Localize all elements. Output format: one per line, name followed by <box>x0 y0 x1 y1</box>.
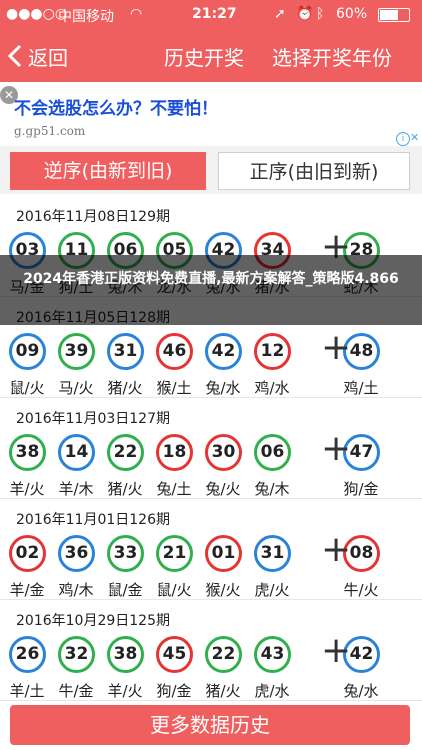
draw-row: 2016年11月01日126期 02 羊/金 36 鸡/木 33 鼠/金 21 鼠/火 01 猴/火… <box>0 499 422 600</box>
caption-text: 2024年香港正版资料免费直播,最新方案解答_策略版4.866 <box>23 271 399 287</box>
zodiac-label: 兔/火 <box>205 480 241 498</box>
battery-icon <box>378 8 410 22</box>
tab-oldest-first[interactable]: 正序(由旧到新) <box>218 152 410 190</box>
zodiac-label: 鼠/火 <box>156 581 192 599</box>
zodiac-label: 兔/土 <box>156 480 192 498</box>
number-ball: 14 <box>58 434 95 471</box>
carrier-label: 中国移动 <box>58 9 114 25</box>
number-ball: 01 <box>205 535 242 572</box>
ad-info-icon[interactable]: i <box>396 132 410 146</box>
sort-tabs: 逆序(由新到旧) 正序(由旧到新) <box>0 146 422 194</box>
number-ball: 31 <box>254 535 291 572</box>
number-ball: 06 <box>254 434 291 471</box>
number-ball: 42 <box>205 333 242 370</box>
tab-newest-first[interactable]: 逆序(由新到旧) <box>10 152 206 190</box>
number-ball: 09 <box>9 333 46 370</box>
ad-text[interactable]: 不会选股怎么办？不要怕！ <box>14 94 218 119</box>
zodiac-label: 羊/土 <box>9 682 45 700</box>
plus-icon: + <box>321 428 352 469</box>
zodiac-label: 羊/火 <box>9 480 45 498</box>
number-ball: 22 <box>205 636 242 673</box>
zodiac-label: 羊/火 <box>107 682 143 700</box>
zodiac-label: 鸡/土 <box>343 379 379 397</box>
chevron-left-icon <box>8 44 22 68</box>
zodiac-label: 兔/水 <box>205 379 241 397</box>
alarm-icon: ⏰ <box>296 6 314 22</box>
battery-percent: 60% <box>336 6 368 22</box>
draw-row: 2016年10月29日125期 26 羊/土 32 牛/金 38 羊/火 45 狗/金 22 猪/火… <box>0 600 422 701</box>
status-bar: ●●●○○ 中国移动 ◠ 21:27 ➚ ⏰ ᛒ 60% <box>0 0 422 30</box>
zodiac-label: 马/火 <box>58 379 94 397</box>
clock: 21:27 <box>192 6 237 22</box>
zodiac-label: 虎/水 <box>254 682 290 700</box>
number-ball: 30 <box>205 434 242 471</box>
caption-overlay: 2024年香港正版资料免费直播,最新方案解答_策略版4.866 <box>0 255 422 325</box>
zodiac-label: 鼠/金 <box>107 581 143 599</box>
plus-icon: + <box>321 327 352 368</box>
select-year-button[interactable]: 选择开奖年份 <box>272 42 392 71</box>
zodiac-label: 牛/火 <box>343 581 379 599</box>
zodiac-label: 兔/水 <box>343 682 379 700</box>
zodiac-label: 牛/金 <box>58 682 94 700</box>
number-ball: 38 <box>9 434 46 471</box>
draw-title: 2016年11月03日127期 <box>16 411 170 427</box>
zodiac-label: 猪/火 <box>107 379 143 397</box>
draw-title: 2016年11月08日129期 <box>16 209 170 225</box>
zodiac-label: 猴/火 <box>205 581 241 599</box>
number-ball: 39 <box>58 333 95 370</box>
bluetooth-icon: ᛒ <box>316 6 325 22</box>
zodiac-label: 鸡/木 <box>58 581 94 599</box>
plus-icon: + <box>321 630 352 671</box>
number-ball: 21 <box>156 535 193 572</box>
zodiac-label: 鸡/水 <box>254 379 290 397</box>
zodiac-label: 狗/金 <box>156 682 192 700</box>
wifi-icon: ◠ <box>130 6 143 22</box>
more-history-button[interactable]: 更多数据历史 <box>10 705 410 745</box>
location-icon: ➚ <box>274 6 286 22</box>
number-ball: 45 <box>156 636 193 673</box>
plus-icon: + <box>321 529 352 570</box>
number-ball: 18 <box>156 434 193 471</box>
draw-title: 2016年11月01日126期 <box>16 512 170 528</box>
number-ball: 36 <box>58 535 95 572</box>
zodiac-label: 兔/木 <box>254 480 290 498</box>
draw-title: 2016年10月29日125期 <box>16 613 170 629</box>
page-title: 历史开奖 <box>164 46 244 70</box>
zodiac-label: 羊/金 <box>9 581 45 599</box>
number-ball: 02 <box>9 535 46 572</box>
zodiac-label: 猪/火 <box>107 480 143 498</box>
number-ball: 32 <box>58 636 95 673</box>
nav-bar: 返回 历史开奖 选择开奖年份 <box>0 30 422 82</box>
number-ball: 12 <box>254 333 291 370</box>
number-ball: 38 <box>107 636 144 673</box>
number-ball: 46 <box>156 333 193 370</box>
ad-dismiss-icon[interactable]: ✕ <box>410 131 419 144</box>
zodiac-label: 猴/土 <box>156 379 192 397</box>
draw-row: 2016年11月03日127期 38 羊/火 14 羊/木 22 猪/火 18 兔/土 30 兔/火… <box>0 398 422 499</box>
number-ball: 26 <box>9 636 46 673</box>
zodiac-label: 羊/木 <box>58 480 94 498</box>
zodiac-label: 狗/金 <box>343 480 379 498</box>
number-ball: 33 <box>107 535 144 572</box>
ad-url: g.gp51.com <box>14 124 86 138</box>
zodiac-label: 虎/火 <box>254 581 290 599</box>
back-label: 返回 <box>28 45 68 70</box>
number-ball: 31 <box>107 333 144 370</box>
zodiac-label: 猪/火 <box>205 682 241 700</box>
number-ball: 22 <box>107 434 144 471</box>
back-button[interactable]: 返回 <box>8 39 68 73</box>
number-ball: 43 <box>254 636 291 673</box>
zodiac-label: 鼠/火 <box>9 379 45 397</box>
